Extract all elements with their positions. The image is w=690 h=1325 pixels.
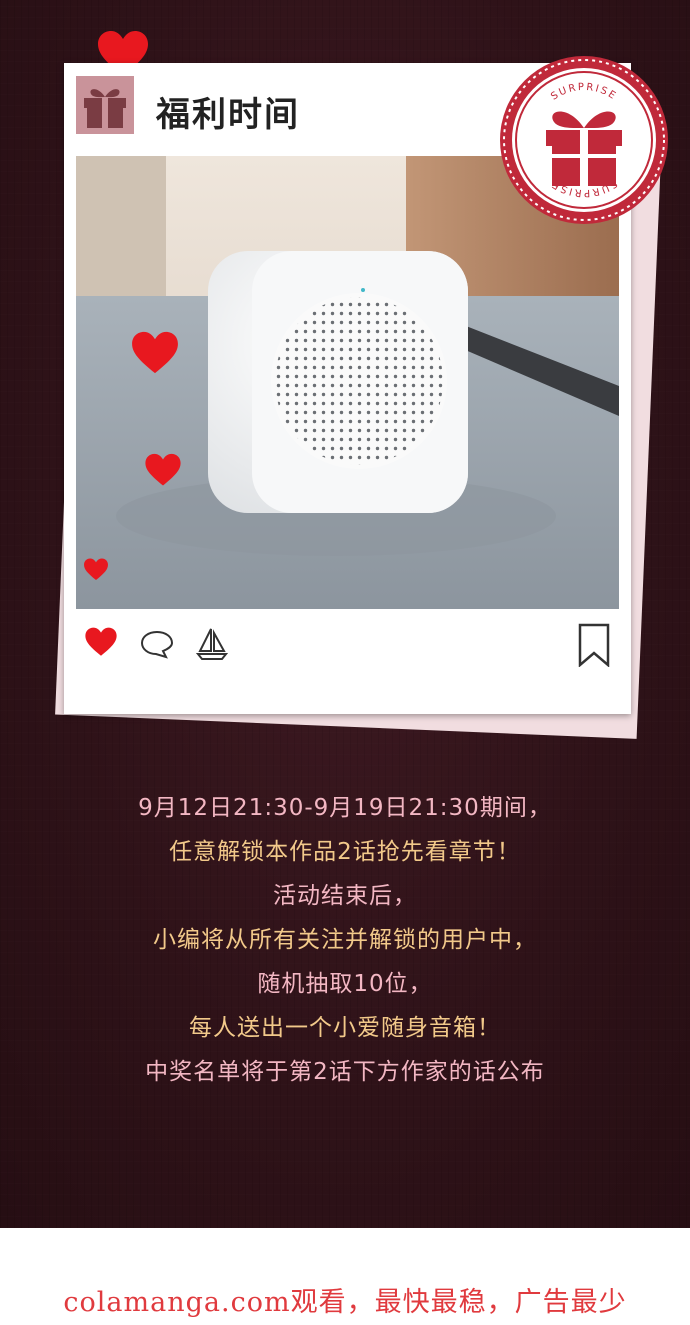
poster-background: 福利时间 SURPRISE URPRIS 9月12日21:30-9月19日21:…	[0, 0, 690, 1228]
sailboat-icon[interactable]	[196, 627, 228, 661]
announcement-line: 任意解锁本作品2话抢先看章节！	[169, 839, 521, 865]
footer-text: colamanga.com观看，最快最稳，广告最少	[63, 1287, 627, 1318]
announcement: 9月12日21:30-9月19日21:30期间， 任意解锁本作品2话抢先看章节！ 活…	[0, 786, 690, 1094]
announcement-line: 中奖名单将于第2话下方作家的话公布	[145, 1059, 545, 1085]
card-title: 福利时间	[156, 95, 300, 135]
like-heart-icon[interactable]	[84, 627, 118, 657]
comment-icon[interactable]	[140, 629, 174, 659]
gift-icon	[76, 76, 134, 134]
announcement-line: 随机抽取10位，	[257, 971, 433, 997]
announcement-line: 活动结束后，	[273, 883, 417, 909]
photo-heart-icon	[132, 331, 178, 374]
announcement-line: 小编将从所有关注并解锁的用户中，	[153, 927, 537, 953]
action-bar	[64, 623, 631, 683]
photo-heart-icon	[84, 558, 108, 581]
surprise-stamp: SURPRISE SURPRISE	[500, 56, 668, 224]
photo-heart-icon	[145, 453, 181, 486]
announcement-line: 9月12日21:30-9月19日21:30期间，	[138, 795, 552, 821]
bookmark-icon[interactable]	[577, 623, 611, 667]
announcement-line: 每人送出一个小爱随身音箱！	[189, 1015, 501, 1041]
